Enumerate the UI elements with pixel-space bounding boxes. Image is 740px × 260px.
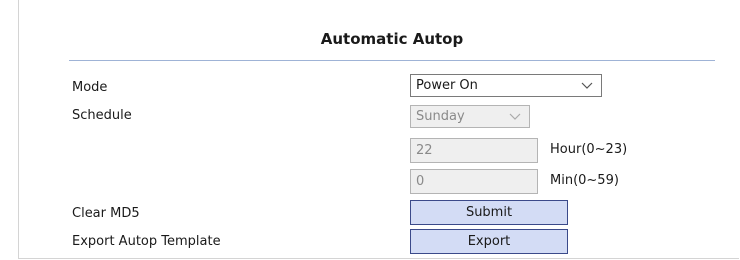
hour-range-label: Hour(0~23) [550,142,628,157]
schedule-label: Schedule [72,108,132,123]
schedule-select[interactable]: Sunday [410,105,530,128]
hour-input[interactable]: 22 [410,138,538,163]
submit-button[interactable]: Submit [410,200,568,225]
export-template-label: Export Autop Template [72,234,221,249]
schedule-select-value: Sunday [416,109,465,124]
mode-select[interactable]: Power On [410,74,602,97]
section-title: Automatic Autop [320,30,464,48]
clear-md5-label: Clear MD5 [72,206,140,221]
mode-label: Mode [72,80,108,95]
minute-range-label: Min(0~59) [550,173,619,188]
minute-input[interactable]: 0 [410,169,538,194]
chevron-down-icon [581,82,593,89]
chevron-down-icon [509,113,521,120]
title-divider [69,60,715,61]
export-button[interactable]: Export [410,229,568,254]
mode-select-value: Power On [416,78,478,93]
